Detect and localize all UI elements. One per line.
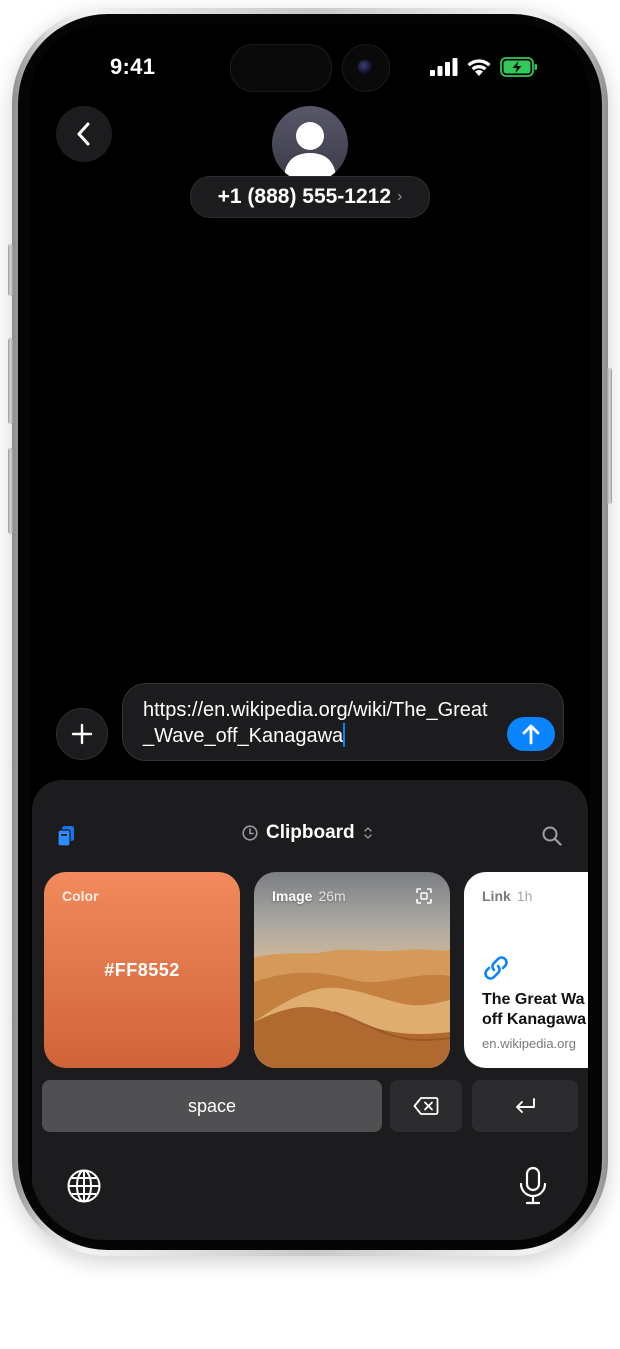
card-type-label: Link 1h [482, 888, 532, 904]
sort-chevrons-icon [363, 827, 372, 839]
wifi-icon [467, 58, 491, 76]
card-time: 26m [318, 888, 346, 904]
return-icon [516, 1098, 535, 1113]
microphone-icon[interactable] [518, 1166, 548, 1206]
send-arrow-icon [522, 724, 540, 745]
text-cursor [343, 723, 346, 747]
message-input[interactable]: https://en.wikipedia.org/wiki/The_Great_… [122, 683, 564, 761]
scan-icon[interactable] [416, 888, 432, 904]
contact-name-button[interactable]: +1 (888) 555-1212 › [190, 176, 430, 218]
add-attachment-button[interactable] [56, 708, 108, 760]
clipboard-title: Clipboard [266, 822, 355, 843]
action-button [8, 244, 13, 296]
card-kind: Image [272, 888, 313, 904]
volume-down-button [8, 448, 13, 534]
card-type-label: Image 26m [272, 888, 346, 904]
back-chevron-icon [77, 122, 90, 146]
message-text-value: https://en.wikipedia.org/wiki/The_Great_… [143, 699, 488, 747]
card-kind: Link [482, 888, 511, 904]
return-key[interactable] [472, 1080, 578, 1132]
person-icon [284, 122, 336, 176]
clipboard-keyboard: Clipboard Color #FF8552 Image 26m Link 1… [32, 780, 588, 1240]
contact-chevron-icon: › [397, 188, 403, 205]
link-icon [484, 956, 508, 980]
clock-icon [242, 825, 258, 841]
card-type-label: Color [62, 888, 99, 904]
globe-icon[interactable] [66, 1168, 102, 1204]
clipboard-header: Clipboard [32, 814, 588, 854]
status-time: 9:41 [110, 54, 156, 79]
color-card[interactable]: Color #FF8552 [44, 872, 240, 1068]
power-button [607, 368, 612, 504]
signal-icon [430, 58, 458, 76]
space-key[interactable]: space [42, 1080, 382, 1132]
volume-up-button [8, 338, 13, 424]
status-icons [430, 57, 538, 77]
delete-icon [413, 1097, 439, 1115]
screen: 9:41 +1 (888) 555-1212 › https://en.wiki… [30, 24, 590, 1240]
link-card[interactable]: Link 1h The Great Wa off Kanagawa en.wiki… [464, 872, 588, 1068]
send-button[interactable] [507, 717, 555, 751]
dynamic-island [230, 44, 332, 92]
image-card[interactable]: Image 26m [254, 872, 450, 1068]
front-camera [342, 44, 390, 92]
card-time: 1h [516, 888, 533, 904]
delete-key[interactable] [390, 1080, 462, 1132]
plus-icon [71, 723, 93, 745]
contact-name: +1 (888) 555-1212 [217, 185, 392, 208]
color-hex-value: #FF8552 [104, 960, 180, 980]
clipboard-title-button[interactable]: Clipboard [242, 822, 373, 844]
battery-icon [500, 57, 537, 77]
avatar[interactable] [272, 106, 348, 182]
link-title-line-1: The Great Wa [482, 991, 585, 1008]
message-text[interactable]: https://en.wikipedia.org/wiki/The_Great_… [143, 697, 493, 749]
back-button[interactable] [56, 106, 112, 162]
clipboard-app-icon[interactable] [58, 826, 76, 846]
link-title-line-2: off Kanagawa [482, 1011, 587, 1028]
clipboard-cards: Color #FF8552 Image 26m Link 1h The Grea… [44, 872, 588, 1070]
link-title: The Great Wa off Kanagawa [482, 990, 588, 1030]
link-domain: en.wikipedia.org [482, 1036, 576, 1051]
search-icon[interactable] [542, 826, 562, 846]
